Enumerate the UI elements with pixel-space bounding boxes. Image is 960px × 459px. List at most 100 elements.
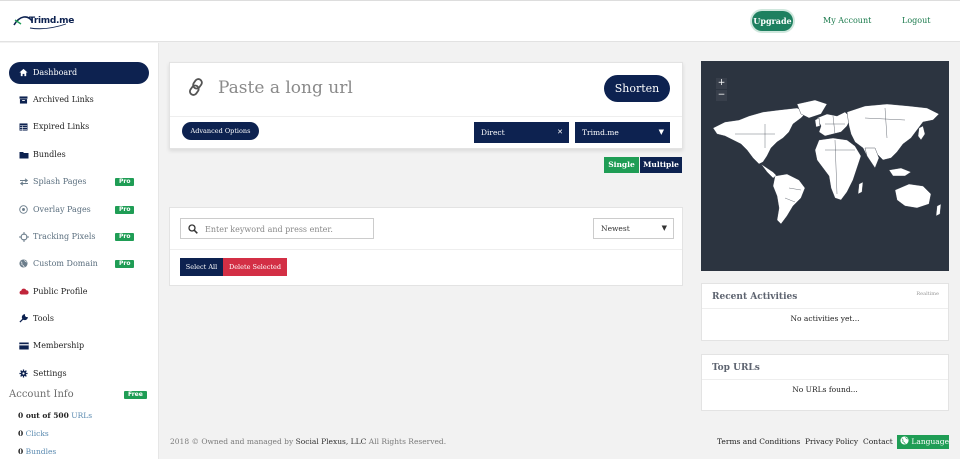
sidebar-item-label: Public Profile (33, 287, 88, 296)
sidebar-item-label: Membership (33, 341, 85, 350)
globe-icon (18, 258, 29, 269)
my-account-link[interactable]: My Account (823, 16, 871, 25)
footer-copyright: 2018 © Owned and managed by Social Plexu… (170, 437, 446, 446)
links-list-card: Newest ▼ Select All Delete Selected (169, 207, 683, 286)
exchange-icon (18, 176, 29, 187)
search-icon (188, 224, 198, 234)
cloud-icon (18, 286, 29, 297)
top-urls-title: Top URLs (712, 363, 760, 373)
asia-shape (846, 103, 940, 161)
pro-badge: Pro (115, 178, 135, 186)
company-link[interactable]: Social Plexus, LLC (296, 437, 367, 446)
select-all-button[interactable]: Select All (180, 258, 223, 276)
bundles-count: 0 (18, 447, 24, 456)
single-mode-button[interactable]: Single (604, 157, 639, 173)
sidebar-item-label: Settings (33, 369, 67, 378)
gear-icon (18, 368, 29, 379)
sidebar-item-overlay-pages[interactable]: Overlay Pages Pro (9, 199, 149, 221)
pro-badge: Pro (115, 233, 135, 241)
top-urls-card: Top URLs No URLs found... (701, 354, 949, 411)
sidebar-item-label: Bundles (33, 150, 66, 159)
africa-shape (814, 137, 862, 201)
sidebar-item-splash-pages[interactable]: Splash Pages Pro (9, 171, 149, 193)
logout-link[interactable]: Logout (902, 16, 930, 25)
terms-link[interactable]: Terms and Conditions (717, 437, 800, 446)
sort-select[interactable]: Newest ▼ (593, 218, 674, 239)
shorten-button[interactable]: Shorten (604, 75, 670, 102)
upgrade-button[interactable]: Upgrade (752, 11, 793, 31)
japan-shape (917, 125, 926, 141)
privacy-link[interactable]: Privacy Policy (805, 437, 858, 446)
clicks-link[interactable]: Clicks (26, 429, 49, 438)
logo[interactable]: Trimd.me (12, 11, 74, 33)
sidebar-item-tracking-pixels[interactable]: Tracking Pixels Pro (9, 226, 149, 248)
plan-badge: Free (124, 391, 147, 399)
contact-link[interactable]: Contact (863, 437, 893, 446)
close-icon: ✕ (557, 128, 563, 136)
account-bundles-row: 0 Bundles (18, 447, 56, 456)
sidebar-item-label: Dashboard (33, 68, 78, 77)
home-icon (18, 67, 29, 78)
archive-icon (18, 94, 29, 105)
central-america-shape (760, 163, 778, 179)
language-button[interactable]: Language (897, 435, 949, 449)
recent-activities-card: Recent Activities Realtime No activities… (701, 283, 949, 341)
sidebar-item-membership[interactable]: Membership (9, 335, 149, 357)
sidebar-item-bundles[interactable]: Bundles (9, 144, 149, 166)
sidebar-item-tools[interactable]: Tools (9, 308, 149, 330)
top-urls-empty: No URLs found... (792, 385, 858, 394)
bundles-link[interactable]: Bundles (26, 447, 57, 456)
sidebar-item-label: Expired Links (33, 122, 90, 131)
sidebar-item-custom-domain[interactable]: Custom Domain Pro (9, 253, 149, 275)
divider (702, 308, 948, 309)
clicks-count: 0 (18, 429, 24, 438)
search-box (180, 218, 374, 239)
caret-down-icon: ▼ (658, 128, 664, 136)
sidebar-item-label: Tracking Pixels (33, 232, 96, 241)
south-america-shape (772, 173, 806, 225)
realtime-link[interactable]: Realtime (916, 291, 939, 297)
sidebar-item-settings[interactable]: Settings (9, 363, 149, 385)
zoom-in-button[interactable]: + (716, 78, 727, 89)
table-icon (18, 121, 29, 132)
madagascar-shape (857, 181, 864, 195)
domain-select[interactable]: Trimd.me ▼ (575, 122, 670, 143)
credit-card-icon (18, 340, 29, 351)
indonesia-shape (888, 167, 912, 177)
uk-shape (814, 117, 821, 128)
sidebar-item-label: Overlay Pages (33, 205, 91, 214)
sidebar-item-archived-links[interactable]: Archived Links (9, 89, 149, 111)
multiple-mode-button[interactable]: Multiple (640, 157, 682, 173)
caret-down-icon: ▼ (661, 224, 667, 232)
urls-count: 0 out of 500 (18, 411, 69, 420)
urls-link[interactable]: URLs (71, 411, 92, 420)
folder-icon (18, 149, 29, 160)
sidebar-item-label: Splash Pages (33, 177, 87, 186)
divider (170, 116, 682, 117)
sidebar-item-public-profile[interactable]: Public Profile (9, 281, 149, 303)
redirect-type-value: Direct (481, 128, 505, 137)
sidebar-item-expired-links[interactable]: Expired Links (9, 116, 149, 138)
sidebar-item-label: Tools (33, 314, 55, 323)
target-icon (18, 204, 29, 215)
account-info-title: Account Info (9, 389, 74, 400)
search-input[interactable] (205, 222, 370, 236)
rights-text: All Rights Reserved. (368, 437, 447, 446)
shorten-card: Shorten Advanced Options Direct ✕ Trimd.… (169, 62, 683, 149)
pro-badge: Pro (115, 206, 135, 214)
world-map-shapes (712, 99, 942, 225)
recent-activities-empty: No activities yet... (790, 314, 860, 323)
sidebar-item-dashboard[interactable]: Dashboard (9, 62, 149, 84)
logo-text: Trimd.me (29, 16, 74, 26)
long-url-input[interactable] (218, 76, 588, 100)
delete-selected-button[interactable]: Delete Selected (223, 258, 287, 276)
sort-value: Newest (601, 224, 630, 233)
sidebar-item-label: Archived Links (33, 95, 94, 104)
redirect-type-select[interactable]: Direct ✕ (474, 122, 569, 143)
pro-badge: Pro (115, 260, 135, 268)
recent-activities-title: Recent Activities (712, 292, 798, 302)
language-label: Language (911, 437, 950, 446)
australia-shape (894, 183, 932, 209)
advanced-options-button[interactable]: Advanced Options (182, 122, 259, 140)
divider (702, 379, 948, 380)
